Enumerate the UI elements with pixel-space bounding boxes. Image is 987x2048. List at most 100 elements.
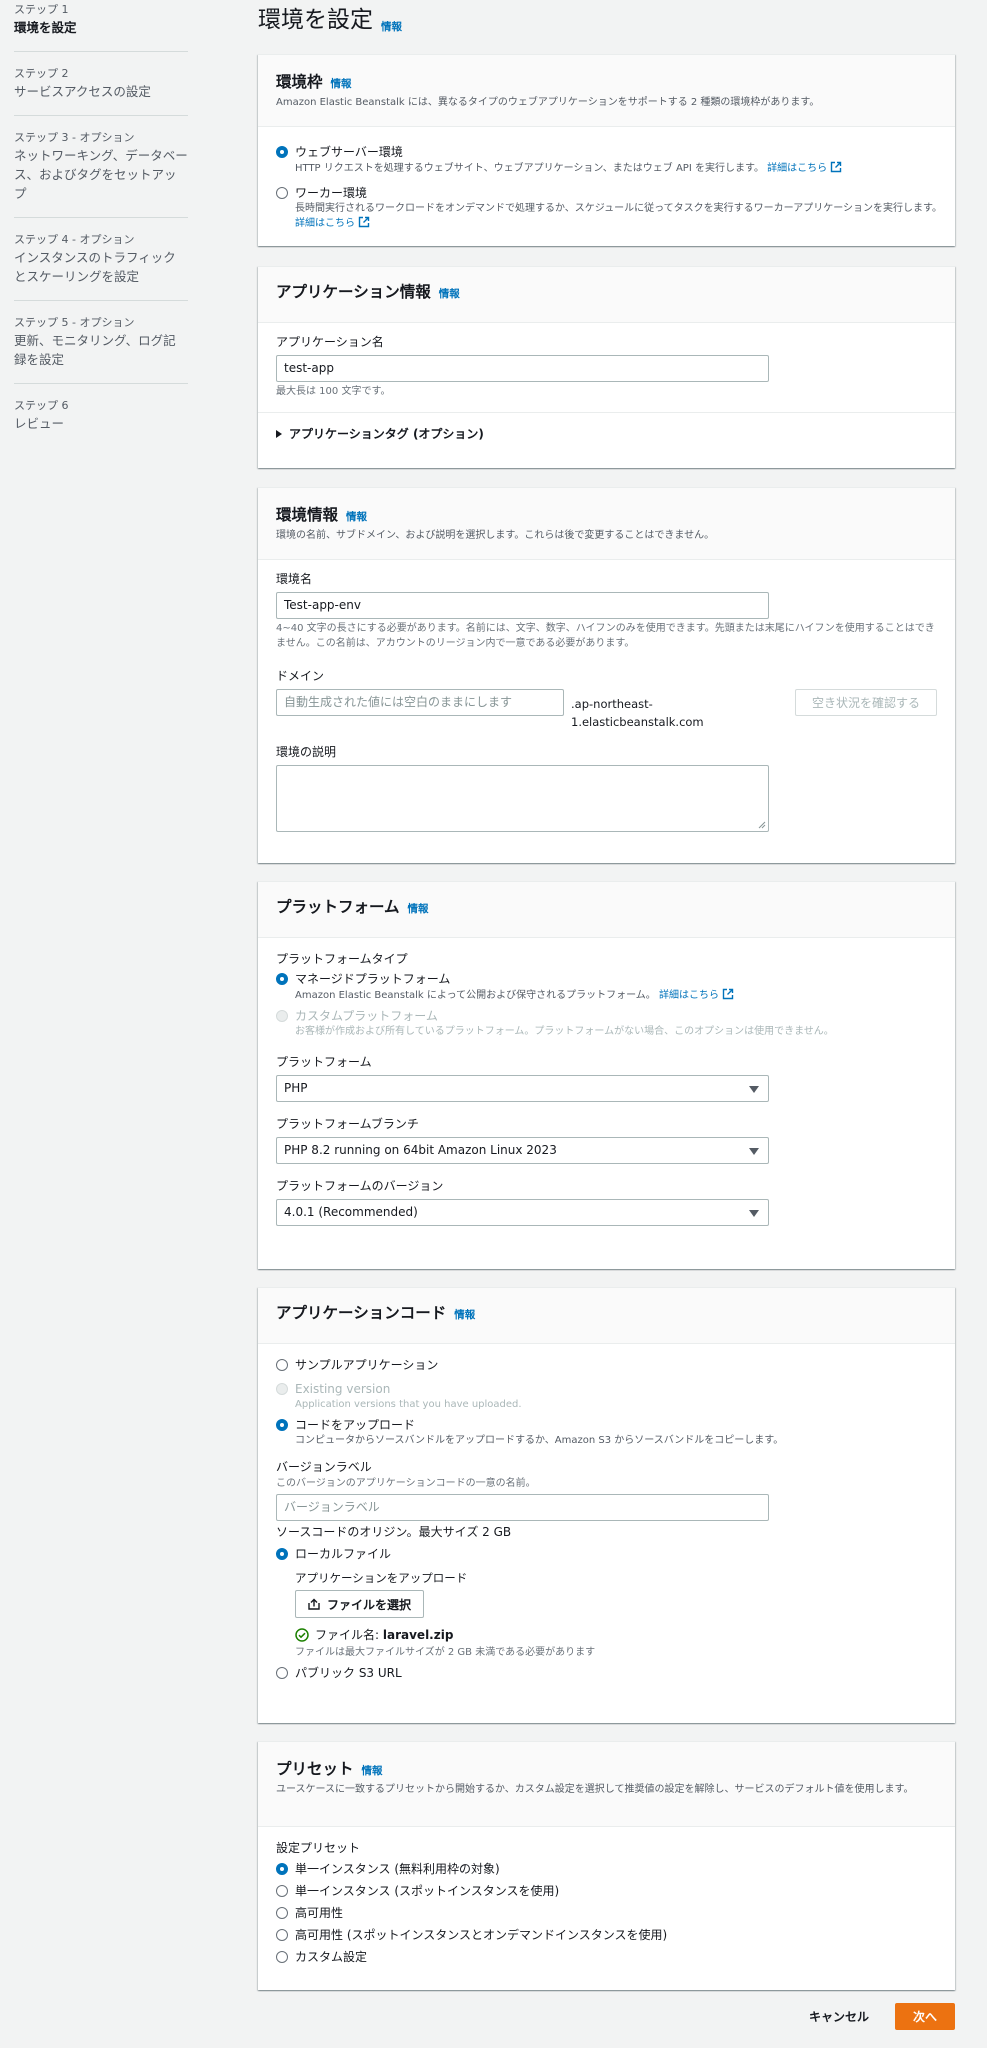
- panel-description: ユースケースに一致するプリセットから開始するか、カスタム設定を選択して推奨値の設…: [276, 1784, 914, 1795]
- select-value: 4.0.1 (Recommended): [284, 1205, 418, 1219]
- radio-preset-high-availability[interactable]: 高可用性: [276, 1904, 937, 1922]
- radio-button[interactable]: [276, 1863, 288, 1875]
- selected-file: ファイル名: laravel.zip: [295, 1626, 937, 1643]
- caret-down-icon: [749, 1148, 759, 1155]
- version-label-input[interactable]: バージョンラベル: [276, 1494, 769, 1521]
- radio-description: コンピュータからソースバンドルをアップロードするか、Amazon S3 からソー…: [295, 1435, 784, 1446]
- info-link[interactable]: 情報: [381, 19, 402, 34]
- panel-header: 環境枠 情報 Amazon Elastic Beanstalk には、異なるタイプ…: [258, 55, 955, 127]
- domain-input[interactable]: 自動生成された値には空白のままにします: [276, 689, 564, 716]
- step-3[interactable]: ステップ 3 - オプション ネットワーキング、データベース、およびタグをセット…: [14, 130, 188, 218]
- radio-label: ウェブサーバー環境: [295, 145, 403, 159]
- info-link[interactable]: 情報: [362, 1765, 383, 1777]
- choose-file-button[interactable]: ファイルを選択: [295, 1590, 425, 1618]
- radio-description: 長時間実行されるワークロードをオンデマンドで処理するか、スケジュールに従ってタス…: [295, 203, 942, 214]
- radio-button: [276, 1383, 288, 1395]
- radio-sample-app[interactable]: サンプルアプリケーション: [276, 1356, 937, 1374]
- radio-label: ローカルファイル: [295, 1547, 392, 1561]
- field-label: バージョンラベル: [276, 1460, 372, 1474]
- field-hint: このバージョンのアプリケーションコードの一意の名前。: [276, 1478, 536, 1489]
- info-link[interactable]: 情報: [346, 511, 367, 523]
- step-1[interactable]: ステップ 1 環境を設定: [14, 2, 188, 52]
- radio-local-file[interactable]: ローカルファイル: [276, 1545, 937, 1563]
- platform-panel: プラットフォーム 情報 プラットフォームタイプ マネージドプラットフォーム Ama…: [258, 881, 955, 1269]
- step-4[interactable]: ステップ 4 - オプション インスタンスのトラフィックとスケーリングを設定: [14, 232, 188, 301]
- caret-right-icon: [276, 429, 282, 438]
- platform-version-select[interactable]: 4.0.1 (Recommended): [276, 1199, 769, 1226]
- info-link[interactable]: 情報: [408, 903, 429, 915]
- cancel-button[interactable]: キャンセル: [809, 2008, 869, 2025]
- page-title: 環境を設定: [258, 7, 373, 33]
- presets-panel: プリセット 情報 ユースケースに一致するプリセットから開始するか、カスタム設定を選…: [258, 1741, 955, 1990]
- caret-down-icon: [749, 1210, 759, 1217]
- next-button[interactable]: 次へ: [894, 2003, 955, 2030]
- step-5[interactable]: ステップ 5 - オプション 更新、モニタリング、ログ記録を設定: [14, 315, 188, 384]
- radio-preset-single-free[interactable]: 単一インスタンス (無料利用枠の対象): [276, 1860, 937, 1878]
- platform-select[interactable]: PHP: [276, 1075, 769, 1102]
- application-tags-expander[interactable]: アプリケーションタグ (オプション): [276, 425, 937, 442]
- step-title: レビュー: [14, 416, 65, 431]
- step-2[interactable]: ステップ 2 サービスアクセスの設定: [14, 66, 188, 116]
- radio-custom-platform: カスタムプラットフォーム お客様が作成および所有しているプラットフォーム。プラッ…: [276, 1007, 937, 1039]
- radio-label: 単一インスタンス (スポットインスタンスを使用): [295, 1884, 560, 1898]
- wizard-steps-nav: ステップ 1 環境を設定 ステップ 2 サービスアクセスの設定 ステップ 3 -…: [14, 2, 188, 461]
- radio-web-server-env[interactable]: ウェブサーバー環境 HTTP リクエストを処理するウェブサイト、ウェブアプリケー…: [276, 143, 937, 176]
- radio-worker-env[interactable]: ワーカー環境 長時間実行されるワークロードをオンデマンドで処理するか、スケジュー…: [276, 184, 942, 231]
- resize-handle-icon[interactable]: [758, 821, 766, 829]
- success-check-icon: [295, 1627, 309, 1642]
- panel-title: アプリケーション情報: [276, 283, 431, 301]
- check-availability-button[interactable]: 空き状況を確認する: [794, 689, 937, 716]
- info-link[interactable]: 情報: [331, 78, 352, 90]
- radio-button[interactable]: [276, 973, 288, 985]
- radio-label: サンプルアプリケーション: [295, 1358, 439, 1372]
- step-title: 環境を設定: [14, 20, 77, 35]
- radio-button[interactable]: [276, 1929, 288, 1941]
- radio-preset-single-spot[interactable]: 単一インスタンス (スポットインスタンスを使用): [276, 1882, 937, 1900]
- radio-label: コードをアップロード: [295, 1418, 416, 1432]
- panel-title: プラットフォーム: [276, 898, 400, 916]
- field-label: プラットフォームタイプ: [276, 952, 408, 966]
- step-6[interactable]: ステップ 6 レビュー: [14, 398, 188, 447]
- learn-more-link[interactable]: 詳細はこちら: [659, 990, 719, 1001]
- radio-public-s3-url[interactable]: パブリック S3 URL: [276, 1664, 937, 1682]
- radio-preset-high-availability-spot[interactable]: 高可用性 (スポットインスタンスとオンデマンドインスタンスを使用): [276, 1926, 937, 1944]
- radio-button[interactable]: [276, 1548, 288, 1560]
- field-hint: 4~40 文字の長さにする必要があります。名前には、文字、数字、ハイフンのみを使…: [276, 623, 935, 649]
- radio-label: Existing version: [295, 1382, 391, 1396]
- environment-name-input[interactable]: Test-app-env: [276, 592, 769, 619]
- platform-branch-select[interactable]: PHP 8.2 running on 64bit Amazon Linux 20…: [276, 1137, 769, 1164]
- step-number: ステップ 2: [14, 67, 69, 80]
- expander-label: アプリケーションタグ (オプション): [289, 427, 484, 441]
- info-link[interactable]: 情報: [454, 1309, 475, 1321]
- radio-managed-platform[interactable]: マネージドプラットフォーム Amazon Elastic Beanstalk に…: [276, 970, 937, 1003]
- field-label: アプリケーションをアップロード: [295, 1571, 468, 1585]
- radio-button[interactable]: [276, 1419, 288, 1431]
- radio-label: ワーカー環境: [295, 186, 368, 200]
- external-link-icon: [830, 161, 842, 173]
- step-number: ステップ 4 - オプション: [14, 233, 135, 246]
- learn-more-link[interactable]: 詳細はこちら: [295, 218, 355, 229]
- radio-button[interactable]: [276, 1667, 288, 1679]
- file-label: ファイル名:: [315, 1628, 380, 1642]
- step-title: ネットワーキング、データベース、およびタグをセットアップ: [14, 148, 188, 201]
- panel-header: プラットフォーム 情報: [258, 882, 955, 938]
- environment-description-textarea[interactable]: [276, 765, 769, 832]
- radio-button[interactable]: [276, 1907, 288, 1919]
- panel-title: 環境情報: [276, 506, 339, 524]
- radio-description: Application versions that you have uploa…: [295, 1399, 522, 1410]
- environment-tier-panel: 環境枠 情報 Amazon Elastic Beanstalk には、異なるタイプ…: [258, 54, 955, 246]
- domain-suffix-line: .ap-northeast-: [571, 697, 653, 711]
- radio-button[interactable]: [276, 187, 288, 199]
- learn-more-link[interactable]: 詳細はこちら: [767, 163, 827, 174]
- radio-upload-code[interactable]: コードをアップロード コンピュータからソースバンドルをアップロードするか、Ama…: [276, 1416, 937, 1448]
- radio-button[interactable]: [276, 1885, 288, 1897]
- radio-button[interactable]: [276, 1359, 288, 1371]
- application-name-input[interactable]: test-app: [276, 355, 769, 382]
- external-link-icon: [722, 988, 734, 1000]
- info-link[interactable]: 情報: [439, 288, 460, 300]
- radio-preset-custom[interactable]: カスタム設定: [276, 1948, 937, 1966]
- panel-header: アプリケーションコード 情報: [258, 1288, 955, 1344]
- radio-button[interactable]: [276, 1951, 288, 1963]
- radio-button[interactable]: [276, 146, 288, 158]
- field-label: ドメイン: [276, 669, 325, 683]
